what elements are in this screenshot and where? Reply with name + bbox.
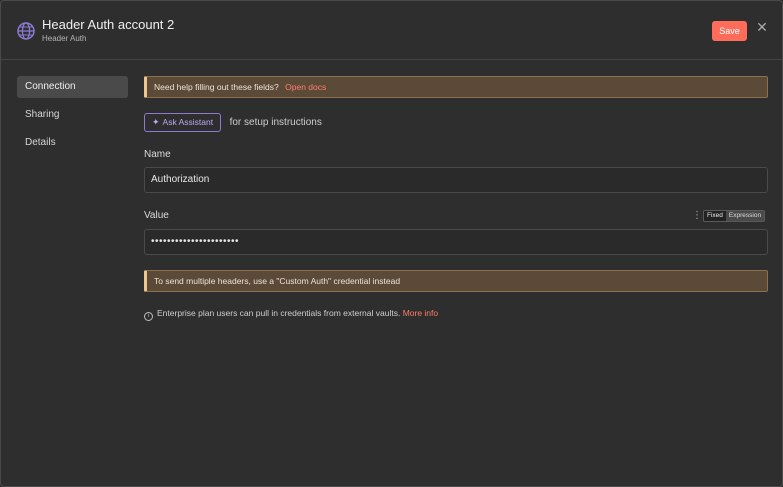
close-icon[interactable]: ✕ bbox=[755, 20, 769, 34]
sparkle-icon: ✦ bbox=[152, 117, 160, 127]
name-input[interactable]: Authorization bbox=[144, 167, 768, 193]
mode-fixed-button[interactable]: Fixed bbox=[704, 211, 726, 221]
more-info-link[interactable]: More info bbox=[403, 308, 438, 318]
sidebar: Connection Sharing Details bbox=[17, 76, 128, 160]
page-title[interactable]: Header Auth account 2 bbox=[42, 17, 174, 32]
connection-panel: Need help filling out these fields? Open… bbox=[144, 76, 768, 321]
multiple-headers-notice: To send multiple headers, use a "Custom … bbox=[144, 270, 768, 292]
mode-expression-button[interactable]: Expression bbox=[725, 211, 765, 221]
help-notice-text: Need help filling out these fields? bbox=[154, 82, 279, 92]
help-notice: Need help filling out these fields? Open… bbox=[144, 76, 768, 98]
value-label: Value bbox=[144, 210, 169, 221]
credential-type: Header Auth bbox=[42, 34, 87, 43]
info-icon: i bbox=[144, 312, 153, 321]
open-docs-link[interactable]: Open docs bbox=[285, 82, 326, 92]
sidebar-item-details[interactable]: Details bbox=[17, 132, 128, 154]
assistant-row: ✦ Ask Assistant for setup instructions bbox=[144, 113, 322, 133]
save-button[interactable]: Save bbox=[712, 21, 747, 41]
value-password-input[interactable]: •••••••••••••••••••••• bbox=[144, 229, 768, 255]
value-mode-toggle: Fixed Expression bbox=[703, 210, 766, 222]
enterprise-note: i Enterprise plan users can pull in crede… bbox=[144, 307, 438, 321]
credential-modal: Header Auth account 2 Header Auth Save ✕… bbox=[0, 0, 783, 487]
assistant-suffix: for setup instructions bbox=[229, 117, 322, 128]
ask-assistant-label: Ask Assistant bbox=[162, 117, 214, 127]
more-options-icon[interactable]: ⋮ bbox=[692, 210, 702, 222]
ask-assistant-button[interactable]: ✦ Ask Assistant bbox=[144, 113, 222, 132]
name-label: Name bbox=[144, 149, 171, 160]
modal-header: Header Auth account 2 Header Auth Save ✕ bbox=[1, 1, 782, 60]
sidebar-item-connection[interactable]: Connection bbox=[17, 76, 128, 98]
globe-icon bbox=[17, 22, 35, 40]
sidebar-item-sharing[interactable]: Sharing bbox=[17, 104, 128, 126]
enterprise-text: Enterprise plan users can pull in creden… bbox=[157, 308, 401, 318]
